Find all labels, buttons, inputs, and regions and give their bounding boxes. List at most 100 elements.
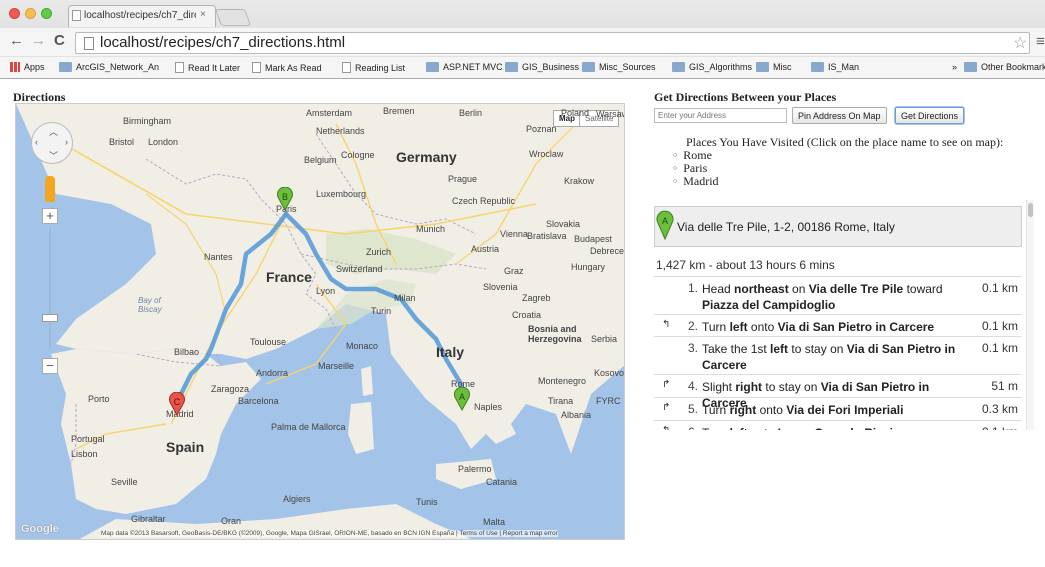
city-label: Graz bbox=[504, 266, 524, 276]
step-instruction: Turn left onto Via di San Pietro in Carc… bbox=[702, 320, 935, 334]
place-link-madrid[interactable]: Madrid bbox=[673, 174, 718, 189]
pegman-icon[interactable] bbox=[45, 176, 55, 202]
city-label: Poznan bbox=[526, 124, 557, 134]
step-distance: 0.3 km bbox=[981, 402, 1018, 416]
reload-icon[interactable]: C bbox=[54, 32, 65, 49]
new-tab-button[interactable] bbox=[214, 9, 252, 26]
menu-icon[interactable]: ≡ bbox=[1036, 33, 1045, 50]
step-instruction: Turn right onto Via dei Fori Imperiali bbox=[702, 403, 904, 417]
close-window-button[interactable] bbox=[9, 8, 20, 19]
direction-step[interactable]: ↱ 5. Turn right onto Via dei Fori Imperial… bbox=[654, 397, 1022, 420]
city-label: Serbia bbox=[591, 334, 618, 344]
city-label: Kosovo bbox=[594, 368, 625, 378]
back-arrow-icon[interactable]: ← bbox=[9, 32, 24, 49]
pan-left-icon[interactable]: ‹ bbox=[35, 137, 38, 147]
map-copyright[interactable]: Map data ©2013 Basarsoft, GeoBasis-DE/BK… bbox=[101, 530, 558, 537]
address-input[interactable] bbox=[654, 108, 787, 123]
marker-a-letter: A bbox=[459, 392, 465, 402]
bookmark-label: Other Bookmark bbox=[981, 62, 1045, 72]
bookmark-misc-sources[interactable]: Misc_Sources bbox=[582, 62, 656, 72]
direction-step[interactable]: ↰6.Turn left onto Largo Corrado Ricci0.1… bbox=[654, 420, 1022, 430]
direction-step[interactable]: 3. Take the 1st left to stay on Via di Sa… bbox=[654, 336, 1022, 374]
city-label: Austria bbox=[471, 244, 500, 254]
pan-down-icon[interactable]: ﹀ bbox=[49, 149, 58, 162]
direction-step[interactable]: ↱ 4. Slight right to stay on Via di San Pi… bbox=[654, 374, 1022, 410]
bookmark-other-bookmark[interactable]: Other Bookmark bbox=[964, 62, 1045, 72]
bookmark-mark-as-read[interactable]: Mark As Read bbox=[252, 62, 322, 73]
apps-icon bbox=[10, 62, 20, 72]
bookmark-asp-net-mvc[interactable]: ASP.NET MVC bbox=[426, 62, 503, 72]
country-label: Italy bbox=[436, 344, 465, 360]
start-address: Via delle Tre Pile, 1-2, 00186 Rome, Ita… bbox=[677, 220, 895, 234]
city-label: Bosnia and Herzegovina bbox=[528, 324, 582, 344]
city-label: Debrecen bbox=[590, 246, 625, 256]
city-label: Hungary bbox=[571, 262, 606, 272]
city-label: Wroclaw bbox=[529, 149, 564, 159]
city-label: Palermo bbox=[458, 464, 492, 474]
city-label: Czech Republic bbox=[452, 196, 516, 206]
step-instruction: Take the 1st left to stay on Via di San … bbox=[702, 342, 956, 372]
city-label: Portugal bbox=[71, 434, 105, 444]
pan-up-icon[interactable]: ︿ bbox=[49, 125, 58, 138]
city-label: Netherlands bbox=[316, 126, 365, 136]
directions-scrollbar-thumb[interactable] bbox=[1028, 203, 1033, 217]
city-label: Montenegro bbox=[538, 376, 587, 386]
bookmark-arcgis-network-an[interactable]: ArcGIS_Network_An bbox=[59, 62, 159, 72]
city-label: Turin bbox=[371, 306, 392, 316]
zoom-out-button[interactable]: − bbox=[42, 358, 58, 374]
city-label: Belgium bbox=[304, 155, 337, 165]
google-logo[interactable]: Google bbox=[21, 523, 59, 535]
get-directions-button[interactable]: Get Directions bbox=[895, 107, 965, 124]
bookmark-gis-business[interactable]: GIS_Business bbox=[505, 62, 579, 72]
city-label: Oran bbox=[221, 516, 242, 526]
city-label: Switzerland bbox=[336, 264, 383, 274]
city-label: Poland bbox=[561, 108, 590, 118]
bookmark-label: ASP.NET MVC bbox=[443, 62, 503, 72]
step-distance: 51 m bbox=[991, 379, 1018, 393]
zoom-slider-track[interactable] bbox=[49, 229, 51, 349]
bookmark-[interactable]: » bbox=[952, 62, 957, 72]
map-container[interactable]: Map Satellite ︿ ‹ › ﹀ + − Germany France I… bbox=[15, 103, 625, 540]
direction-step[interactable]: ↰ 2. Turn left onto Via di San Pietro in C… bbox=[654, 314, 1022, 336]
step-number: 2. bbox=[687, 319, 698, 333]
bookmark-apps[interactable]: Apps bbox=[10, 62, 45, 72]
city-label: Barcelona bbox=[238, 396, 279, 406]
bookmark-label: Apps bbox=[24, 62, 45, 72]
city-label: Lisbon bbox=[71, 449, 98, 459]
pin-address-button[interactable]: Pin Address On Map bbox=[792, 107, 887, 124]
bookmark-is-man[interactable]: IS_Man bbox=[811, 62, 859, 72]
forward-arrow-icon[interactable]: → bbox=[31, 32, 46, 49]
step-number: 1. bbox=[687, 281, 698, 295]
marker-b-icon[interactable]: B bbox=[276, 187, 294, 211]
city-label: Lyon bbox=[316, 286, 336, 296]
marker-b-letter: B bbox=[282, 192, 288, 202]
bookmark-gis-algorithms[interactable]: GIS_Algorithms bbox=[672, 62, 752, 72]
zoom-window-button[interactable] bbox=[41, 8, 52, 19]
bookmark-reading-list[interactable]: Reading List bbox=[342, 62, 405, 73]
directions-scrollbar[interactable] bbox=[1026, 200, 1034, 430]
city-label: Croatia bbox=[512, 310, 542, 320]
city-label: Andorra bbox=[256, 368, 289, 378]
city-label: Gibraltar bbox=[131, 514, 166, 524]
minimize-window-button[interactable] bbox=[25, 8, 36, 19]
marker-c-icon[interactable]: C bbox=[168, 392, 186, 416]
city-label: Catania bbox=[486, 477, 518, 487]
direction-step[interactable]: 1. Head northeast on Via delle Tre Pile t… bbox=[654, 276, 1022, 314]
bookmark-misc[interactable]: Misc bbox=[756, 62, 792, 72]
bookmark-read-it-later[interactable]: Read It Later bbox=[175, 62, 240, 73]
url-text[interactable]: localhost/recipes/ch7_directions.html bbox=[100, 34, 345, 51]
pan-right-icon[interactable]: › bbox=[65, 137, 68, 147]
zoom-in-button[interactable]: + bbox=[42, 208, 58, 224]
zoom-slider-thumb[interactable] bbox=[42, 314, 58, 322]
page-icon bbox=[84, 37, 94, 50]
star-bookmark-icon[interactable]: ☆ bbox=[1013, 33, 1027, 53]
city-label: Birmingham bbox=[123, 116, 172, 126]
step-distance: 0.1 km bbox=[982, 425, 1018, 430]
tab-close-icon[interactable]: × bbox=[200, 9, 206, 20]
marker-a-icon[interactable]: A bbox=[453, 387, 471, 411]
folder-icon bbox=[964, 62, 977, 72]
start-marker-icon: A bbox=[656, 210, 674, 241]
page-icon bbox=[175, 62, 184, 73]
pan-control[interactable]: ︿ ‹ › ﹀ bbox=[31, 122, 73, 164]
bookmark-label: Misc bbox=[773, 62, 792, 72]
